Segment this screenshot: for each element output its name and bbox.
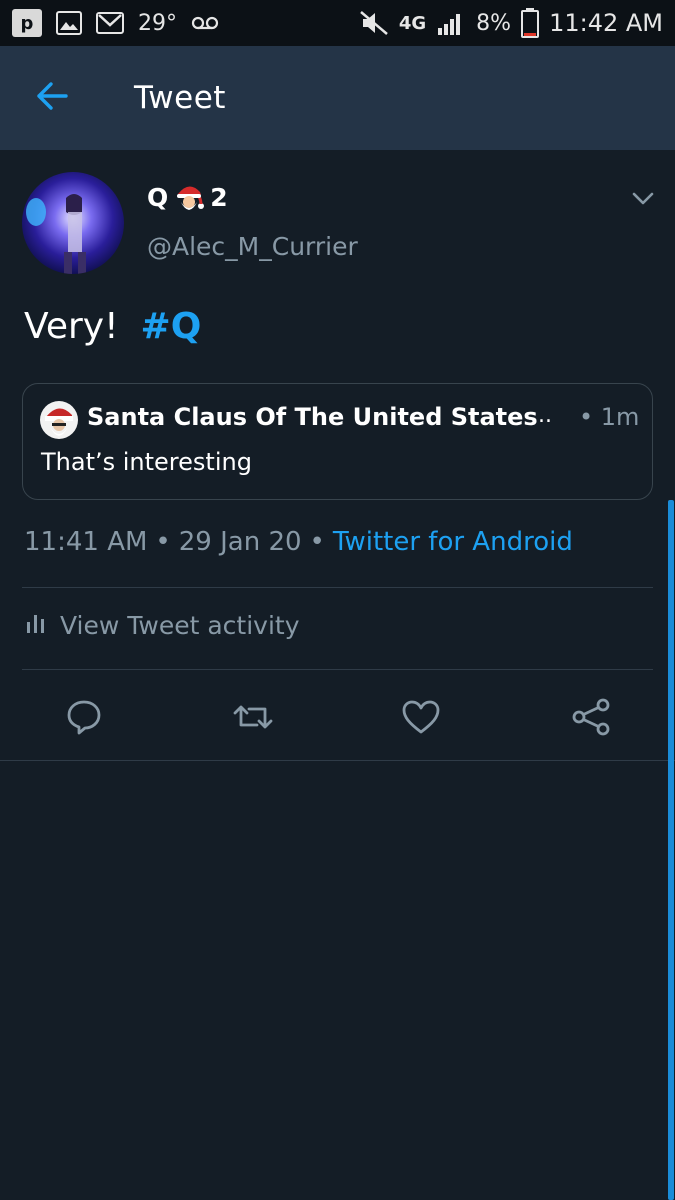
- divider: [0, 760, 675, 761]
- network-type: 4G: [398, 12, 427, 34]
- signal-icon: [436, 10, 466, 36]
- battery-icon: [521, 8, 540, 38]
- reply-icon: [65, 698, 103, 740]
- tweet-date: 29 Jan 20: [178, 527, 302, 557]
- meta-separator: •: [309, 527, 325, 557]
- divider: [22, 587, 653, 588]
- back-button[interactable]: [12, 58, 92, 138]
- tweet-meta: 11:41 AM • 29 Jan 20 • Twitter for Andro…: [24, 527, 573, 557]
- author-name: Q: [147, 182, 169, 212]
- temperature: 29°: [138, 10, 177, 36]
- analytics-icon: [26, 610, 46, 640]
- battery-percent: 8%: [476, 10, 512, 36]
- quoted-time: • 1m: [579, 403, 640, 431]
- action-bar: [0, 690, 675, 748]
- meta-separator: •: [155, 527, 171, 557]
- tweet-source-link[interactable]: Twitter for Android: [333, 527, 573, 557]
- like-button[interactable]: [396, 694, 446, 744]
- quoted-tweet[interactable]: Santa Claus Of The United States ... • 1…: [22, 383, 653, 500]
- scrollbar[interactable]: [668, 500, 674, 1200]
- hashtag-link[interactable]: #Q: [141, 306, 202, 347]
- status-bar: p 29° 4G 8% 11:42 AM: [0, 0, 675, 46]
- reply-button[interactable]: [59, 694, 109, 744]
- author-handle[interactable]: @Alec_M_Currier: [147, 232, 358, 261]
- share-button[interactable]: [566, 694, 616, 744]
- clock: 11:42 AM: [549, 9, 663, 37]
- app-header: Tweet: [0, 46, 675, 150]
- mail-icon: [96, 12, 124, 34]
- gallery-icon: [56, 11, 82, 35]
- chevron-down-icon: [632, 191, 654, 210]
- share-icon: [571, 698, 611, 740]
- quoted-text: That’s interesting: [41, 448, 252, 476]
- tweet-text: Very! #Q: [24, 306, 201, 347]
- page-title: Tweet: [134, 80, 226, 116]
- notification-badge: p: [12, 9, 42, 37]
- status-bar-left: p 29°: [12, 9, 219, 37]
- view-tweet-activity[interactable]: View Tweet activity: [26, 610, 300, 640]
- tweet-time: 11:41 AM: [24, 527, 148, 557]
- avatar[interactable]: [22, 172, 124, 274]
- retweet-icon: [231, 699, 275, 739]
- tweet-menu-button[interactable]: [627, 184, 659, 216]
- heart-icon: [401, 699, 441, 739]
- mute-icon: [359, 10, 389, 36]
- voicemail-icon: [191, 15, 219, 31]
- quoted-author-name: Santa Claus Of The United States: [87, 403, 538, 431]
- quoted-name-ellipsis: ...: [531, 403, 552, 428]
- status-bar-right: 4G 8% 11:42 AM: [359, 8, 663, 38]
- santa-emoji-icon: [174, 182, 205, 212]
- retweet-button[interactable]: [228, 694, 278, 744]
- quoted-avatar: [40, 401, 78, 439]
- divider: [22, 669, 653, 670]
- author-name-suffix: 2: [210, 182, 228, 212]
- tweet-body: Very!: [24, 306, 119, 347]
- back-arrow-icon: [35, 81, 69, 115]
- author-name-row[interactable]: Q 2: [147, 182, 228, 212]
- activity-label: View Tweet activity: [60, 610, 300, 640]
